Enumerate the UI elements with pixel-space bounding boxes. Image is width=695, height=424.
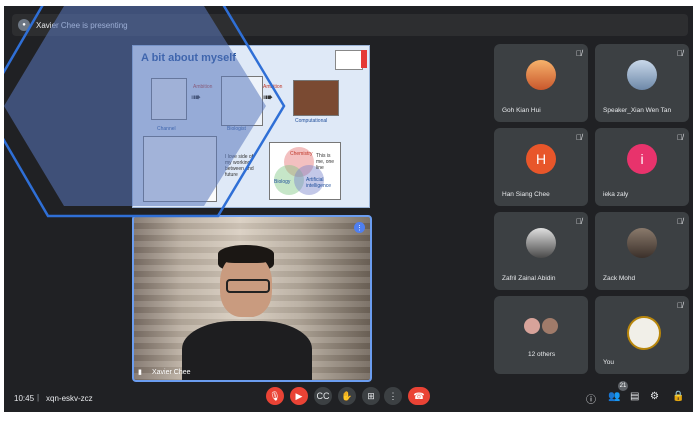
- mic-off-icon: 🎙̸: [677, 217, 683, 226]
- captions-icon[interactable]: CC: [314, 387, 332, 405]
- slide-figure-channel: [151, 78, 187, 120]
- clock: 10:45: [14, 394, 35, 403]
- slide-label-biologist: Biologist: [227, 126, 246, 132]
- slide-label-channel: Channel: [157, 126, 176, 132]
- slide-label-computational: Computational: [295, 118, 328, 124]
- participant-tile[interactable]: 🎙̸ Zafril Zainal Abidin: [494, 212, 588, 290]
- bottom-toolbar: 10:45 | xqn-eskv-zcz 🎙 ▶ CC ✋ ⊞ ⋮ ☎ ⓘ 👥 …: [4, 381, 693, 412]
- present-icon[interactable]: ⊞: [362, 387, 380, 405]
- slide-arrow-1: ➠: [191, 90, 202, 104]
- pin-icon[interactable]: ▮: [138, 368, 142, 376]
- slide-figure-computational: [293, 80, 339, 116]
- avatar: H: [526, 144, 556, 174]
- participant-name: Zafril Zainal Abidin: [502, 275, 556, 282]
- participant-tile-others[interactable]: 12 others: [494, 296, 588, 374]
- participant-name: Han Siang Chee: [502, 191, 550, 198]
- slide-label-ambition-2: Ambition: [263, 84, 283, 90]
- others-count: 12 others: [528, 351, 556, 358]
- activities-icon[interactable]: ⚙: [650, 391, 659, 402]
- host-controls-icon[interactable]: 🔒: [672, 391, 684, 402]
- presenting-text: Xavier Chee is presenting: [36, 20, 128, 30]
- participant-count-badge: 21: [618, 381, 628, 391]
- mic-off-icon[interactable]: 🎙: [266, 387, 284, 405]
- participant-tile[interactable]: 🎙̸ i ieka zaly: [595, 128, 689, 206]
- separator: |: [37, 393, 40, 402]
- more-icon[interactable]: ⋮: [384, 387, 402, 405]
- venn-label-biology: Biology: [274, 179, 291, 185]
- avatar: [627, 60, 657, 90]
- slide-title: A bit about myself: [141, 52, 236, 64]
- mic-off-icon: 🎙̸: [677, 49, 683, 58]
- mic-off-icon: 🎙̸: [677, 133, 683, 142]
- meeting-code: xqn-eskv-zcz: [46, 394, 93, 403]
- people-icon[interactable]: 👥: [608, 391, 620, 402]
- speaker-name: Xavier Chee: [152, 369, 191, 376]
- speaking-indicator-icon: ⋮: [354, 222, 365, 233]
- participant-tile[interactable]: 🎙̸ Zack Mohd: [595, 212, 689, 290]
- slide-logo: [335, 50, 363, 70]
- presenting-banner: ● Xavier Chee is presenting: [12, 14, 688, 36]
- meet-window: ● Xavier Chee is presenting A bit about …: [4, 6, 693, 412]
- cam-off-icon[interactable]: ▶: [290, 387, 308, 405]
- speaker-body: [182, 321, 312, 380]
- slide-venn-diagram: Chemistry Biology Artificial intelligenc…: [269, 142, 341, 200]
- avatar: [627, 316, 661, 350]
- avatar: [627, 228, 657, 258]
- chat-icon[interactable]: ▤: [630, 391, 639, 402]
- speaker-glasses: [226, 279, 270, 293]
- slide-figure-biologist: [221, 76, 263, 126]
- participant-tile[interactable]: 🎙̸ H Han Siang Chee: [494, 128, 588, 206]
- slide-logo-accent: [361, 50, 367, 68]
- mic-off-icon: 🎙̸: [576, 133, 582, 142]
- mic-off-icon: 🎙̸: [576, 217, 582, 226]
- end-call-icon[interactable]: ☎: [408, 387, 430, 405]
- avatar: [526, 60, 556, 90]
- participant-name: Speaker_Xian Wen Tan: [603, 107, 672, 114]
- avatar: [526, 228, 556, 258]
- mic-off-icon: 🎙̸: [576, 49, 582, 58]
- mic-off-icon: 🎙̸: [677, 301, 683, 310]
- slide-sketch: [143, 136, 217, 202]
- participant-name: Zack Mohd: [603, 275, 636, 282]
- shared-screen[interactable]: A bit about myself ➠ Ambition ➠ Ambition…: [132, 45, 370, 208]
- venn-note: This is me, one line: [316, 153, 335, 171]
- avatar: i: [627, 144, 657, 174]
- speaker-video[interactable]: ⋮ ▮ Xavier Chee: [132, 215, 372, 382]
- participant-tile[interactable]: 🎙̸ Speaker_Xian Wen Tan: [595, 44, 689, 122]
- venn-label-ai: Artificial intelligence: [306, 177, 332, 189]
- participant-tile[interactable]: 🎙̸ Goh Kian Hui: [494, 44, 588, 122]
- slide-arrow-2: ➠: [263, 90, 274, 104]
- venn-label-chemistry: Chemistry: [290, 151, 313, 157]
- participant-name: Goh Kian Hui: [502, 107, 541, 114]
- presenter-avatar: ●: [18, 19, 30, 31]
- slide-label-ambition-1: Ambition: [193, 84, 213, 90]
- participant-name: ieka zaly: [603, 191, 629, 198]
- participant-name: You: [603, 359, 614, 366]
- others-avatars: [524, 318, 558, 334]
- slide-note: I love side of my working between and fu…: [225, 154, 254, 178]
- raise-hand-icon[interactable]: ✋: [338, 387, 356, 405]
- participant-tile-self[interactable]: 🎙̸ You: [595, 296, 689, 374]
- info-icon[interactable]: ⓘ: [586, 391, 596, 406]
